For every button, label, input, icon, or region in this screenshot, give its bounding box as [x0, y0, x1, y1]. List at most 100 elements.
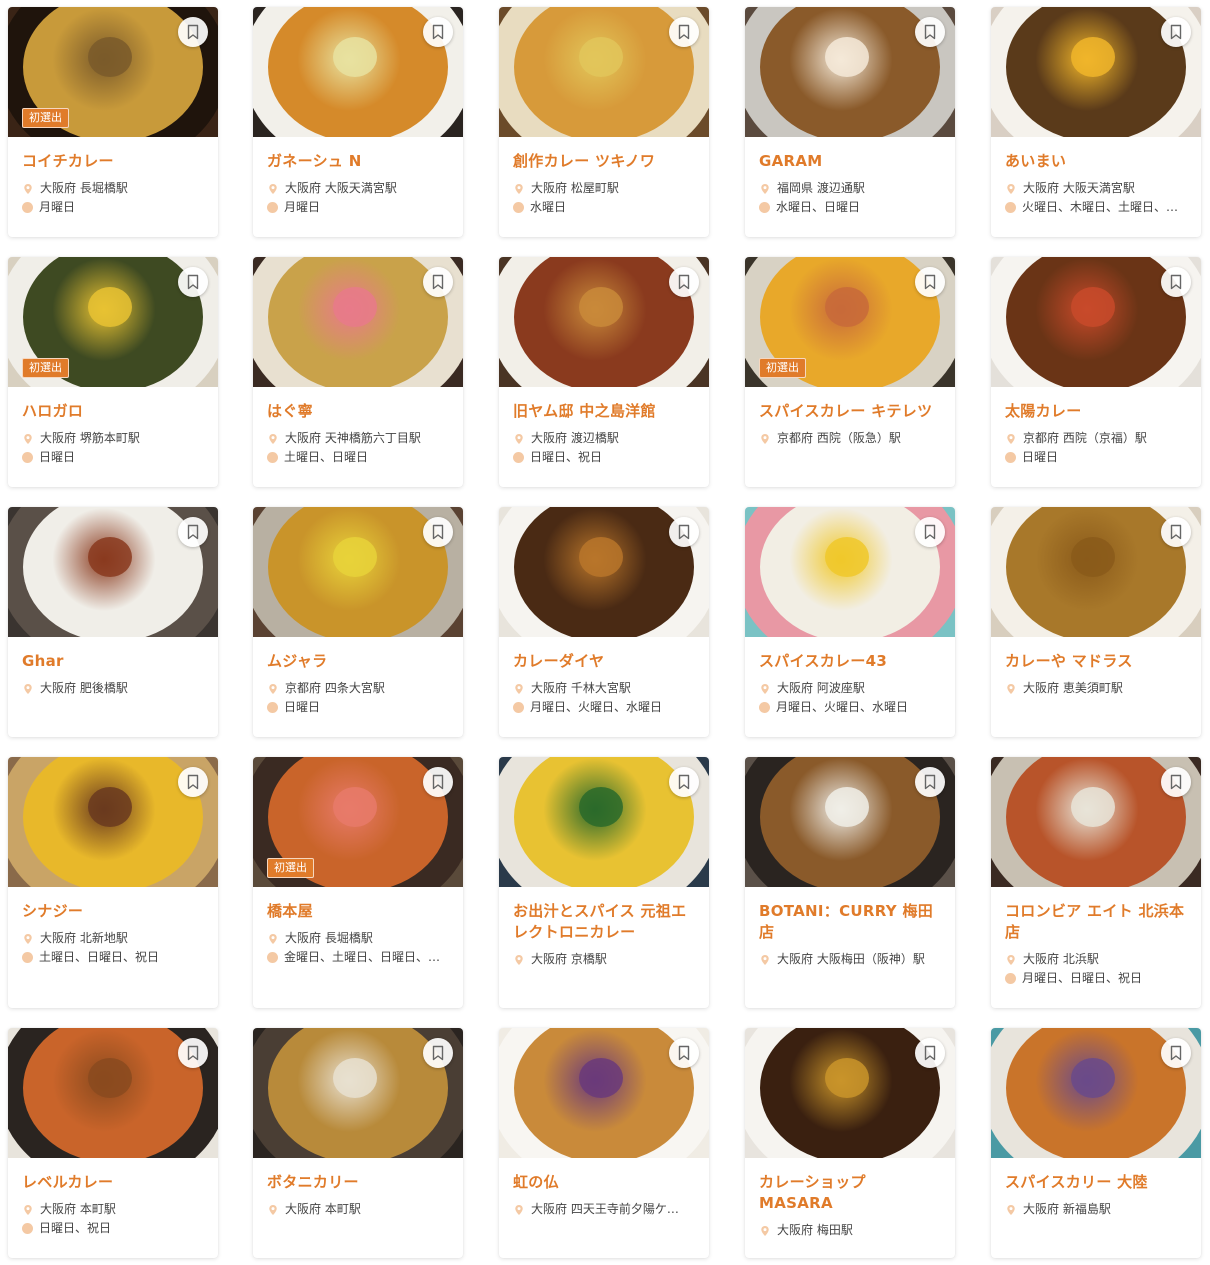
restaurant-name[interactable]: 橋本屋 — [267, 901, 449, 922]
bookmark-button[interactable] — [1161, 767, 1191, 797]
bookmark-button[interactable] — [915, 1038, 945, 1068]
bookmark-button[interactable] — [669, 17, 699, 47]
restaurant-name[interactable]: BOTANI：CURRY 梅田店 — [759, 901, 941, 943]
restaurant-photo[interactable] — [745, 1028, 955, 1158]
restaurant-photo[interactable] — [253, 7, 463, 137]
bookmark-button[interactable] — [423, 267, 453, 297]
restaurant-photo[interactable]: 初選出 — [253, 757, 463, 887]
restaurant-card[interactable]: ムジャラ 京都府 四条大宮駅 日曜日 — [253, 507, 463, 737]
restaurant-name[interactable]: 太陽カレー — [1005, 401, 1187, 422]
restaurant-name[interactable]: GARAM — [759, 151, 941, 172]
bookmark-button[interactable] — [423, 767, 453, 797]
restaurant-card[interactable]: ガネーシュ N 大阪府 大阪天満宮駅 月曜日 — [253, 7, 463, 237]
restaurant-photo[interactable] — [8, 507, 218, 637]
restaurant-name[interactable]: カレーや マドラス — [1005, 651, 1187, 672]
restaurant-name[interactable]: コイチカレー — [22, 151, 204, 172]
restaurant-photo[interactable]: 初選出 — [8, 7, 218, 137]
bookmark-button[interactable] — [915, 267, 945, 297]
restaurant-photo[interactable] — [745, 7, 955, 137]
restaurant-photo[interactable] — [991, 257, 1201, 387]
restaurant-photo[interactable] — [991, 757, 1201, 887]
restaurant-photo[interactable] — [8, 757, 218, 887]
restaurant-name[interactable]: レベルカレー — [22, 1172, 204, 1193]
restaurant-photo[interactable]: 初選出 — [8, 257, 218, 387]
restaurant-photo[interactable] — [991, 1028, 1201, 1158]
restaurant-card[interactable]: コロンビア エイト 北浜本店 大阪府 北浜駅 月曜日、日曜日、祝日 — [991, 757, 1201, 1008]
bookmark-button[interactable] — [669, 267, 699, 297]
restaurant-photo[interactable] — [499, 757, 709, 887]
bookmark-button[interactable] — [178, 267, 208, 297]
restaurant-photo[interactable] — [8, 1028, 218, 1158]
restaurant-card[interactable]: 創作カレー ツキノワ 大阪府 松屋町駅 水曜日 — [499, 7, 709, 237]
restaurant-card[interactable]: GARAM 福岡県 渡辺通駅 水曜日、日曜日 — [745, 7, 955, 237]
restaurant-name[interactable]: カレーダイヤ — [513, 651, 695, 672]
bookmark-button[interactable] — [178, 767, 208, 797]
bookmark-button[interactable] — [1161, 17, 1191, 47]
restaurant-photo[interactable] — [253, 257, 463, 387]
restaurant-name[interactable]: はぐ寧 — [267, 401, 449, 422]
bookmark-button[interactable] — [178, 1038, 208, 1068]
restaurant-name[interactable]: Ghar — [22, 651, 204, 672]
restaurant-card[interactable]: シナジー 大阪府 北新地駅 土曜日、日曜日、祝日 — [8, 757, 218, 1008]
restaurant-card[interactable]: 初選出 コイチカレー 大阪府 長堀橋駅 月曜日 — [8, 7, 218, 237]
restaurant-photo[interactable] — [991, 507, 1201, 637]
restaurant-card[interactable]: お出汁とスパイス 元祖エレクトロニカレー 大阪府 京橋駅 — [499, 757, 709, 1008]
restaurant-card[interactable]: ボタニカリー 大阪府 本町駅 — [253, 1028, 463, 1258]
bookmark-button[interactable] — [178, 517, 208, 547]
bookmark-button[interactable] — [915, 767, 945, 797]
restaurant-card[interactable]: カレーや マドラス 大阪府 恵美須町駅 — [991, 507, 1201, 737]
bookmark-button[interactable] — [1161, 1038, 1191, 1068]
bookmark-button[interactable] — [423, 1038, 453, 1068]
restaurant-card[interactable]: 初選出 ハロガロ 大阪府 堺筋本町駅 日曜日 — [8, 257, 218, 487]
restaurant-card[interactable]: はぐ寧 大阪府 天神橋筋六丁目駅 土曜日、日曜日 — [253, 257, 463, 487]
restaurant-card[interactable]: カレーショップ MASARA 大阪府 梅田駅 — [745, 1028, 955, 1258]
restaurant-photo[interactable] — [253, 507, 463, 637]
restaurant-card[interactable]: BOTANI：CURRY 梅田店 大阪府 大阪梅田（阪神）駅 — [745, 757, 955, 1008]
restaurant-photo[interactable] — [745, 757, 955, 887]
restaurant-card[interactable]: レベルカレー 大阪府 本町駅 日曜日、祝日 — [8, 1028, 218, 1258]
bookmark-button[interactable] — [423, 517, 453, 547]
restaurant-name[interactable]: スパイスカリー 大陸 — [1005, 1172, 1187, 1193]
restaurant-card[interactable]: スパイスカレー43 大阪府 阿波座駅 月曜日、火曜日、水曜日 — [745, 507, 955, 737]
restaurant-photo[interactable] — [253, 1028, 463, 1158]
restaurant-photo[interactable] — [499, 507, 709, 637]
restaurant-photo[interactable] — [499, 1028, 709, 1158]
restaurant-name[interactable]: コロンビア エイト 北浜本店 — [1005, 901, 1187, 943]
restaurant-name[interactable]: ムジャラ — [267, 651, 449, 672]
bookmark-button[interactable] — [1161, 517, 1191, 547]
restaurant-name[interactable]: 創作カレー ツキノワ — [513, 151, 695, 172]
restaurant-photo[interactable] — [991, 7, 1201, 137]
restaurant-photo[interactable] — [745, 507, 955, 637]
restaurant-name[interactable]: あいまい — [1005, 151, 1187, 172]
restaurant-name[interactable]: ハロガロ — [22, 401, 204, 422]
restaurant-name[interactable]: ガネーシュ N — [267, 151, 449, 172]
bookmark-button[interactable] — [915, 17, 945, 47]
restaurant-name[interactable]: お出汁とスパイス 元祖エレクトロニカレー — [513, 901, 695, 943]
bookmark-button[interactable] — [669, 517, 699, 547]
restaurant-photo[interactable] — [499, 7, 709, 137]
restaurant-card[interactable]: 太陽カレー 京都府 西院（京福）駅 日曜日 — [991, 257, 1201, 487]
restaurant-name[interactable]: カレーショップ MASARA — [759, 1172, 941, 1214]
bookmark-button[interactable] — [669, 1038, 699, 1068]
restaurant-name[interactable]: 虹の仏 — [513, 1172, 695, 1193]
restaurant-card[interactable]: カレーダイヤ 大阪府 千林大宮駅 月曜日、火曜日、水曜日 — [499, 507, 709, 737]
restaurant-name[interactable]: スパイスカレー43 — [759, 651, 941, 672]
restaurant-card[interactable]: あいまい 大阪府 大阪天満宮駅 火曜日、木曜日、土曜日、… — [991, 7, 1201, 237]
restaurant-card[interactable]: 旧ヤム邸 中之島洋館 大阪府 渡辺橋駅 日曜日、祝日 — [499, 257, 709, 487]
bookmark-button[interactable] — [423, 17, 453, 47]
restaurant-photo[interactable]: 初選出 — [745, 257, 955, 387]
restaurant-card[interactable]: 初選出 橋本屋 大阪府 長堀橋駅 金曜日、土曜日、日曜日、… — [253, 757, 463, 1008]
restaurant-name[interactable]: シナジー — [22, 901, 204, 922]
restaurant-photo[interactable] — [499, 257, 709, 387]
bookmark-button[interactable] — [915, 517, 945, 547]
restaurant-card[interactable]: 虹の仏 大阪府 四天王寺前夕陽ケ… — [499, 1028, 709, 1258]
bookmark-button[interactable] — [1161, 267, 1191, 297]
restaurant-card[interactable]: スパイスカリー 大陸 大阪府 新福島駅 — [991, 1028, 1201, 1258]
restaurant-name[interactable]: スパイスカレー キテレツ — [759, 401, 941, 422]
restaurant-name[interactable]: ボタニカリー — [267, 1172, 449, 1193]
restaurant-name[interactable]: 旧ヤム邸 中之島洋館 — [513, 401, 695, 422]
bookmark-button[interactable] — [669, 767, 699, 797]
restaurant-card[interactable]: Ghar 大阪府 肥後橋駅 — [8, 507, 218, 737]
bookmark-button[interactable] — [178, 17, 208, 47]
restaurant-card[interactable]: 初選出 スパイスカレー キテレツ 京都府 西院（阪急）駅 — [745, 257, 955, 487]
